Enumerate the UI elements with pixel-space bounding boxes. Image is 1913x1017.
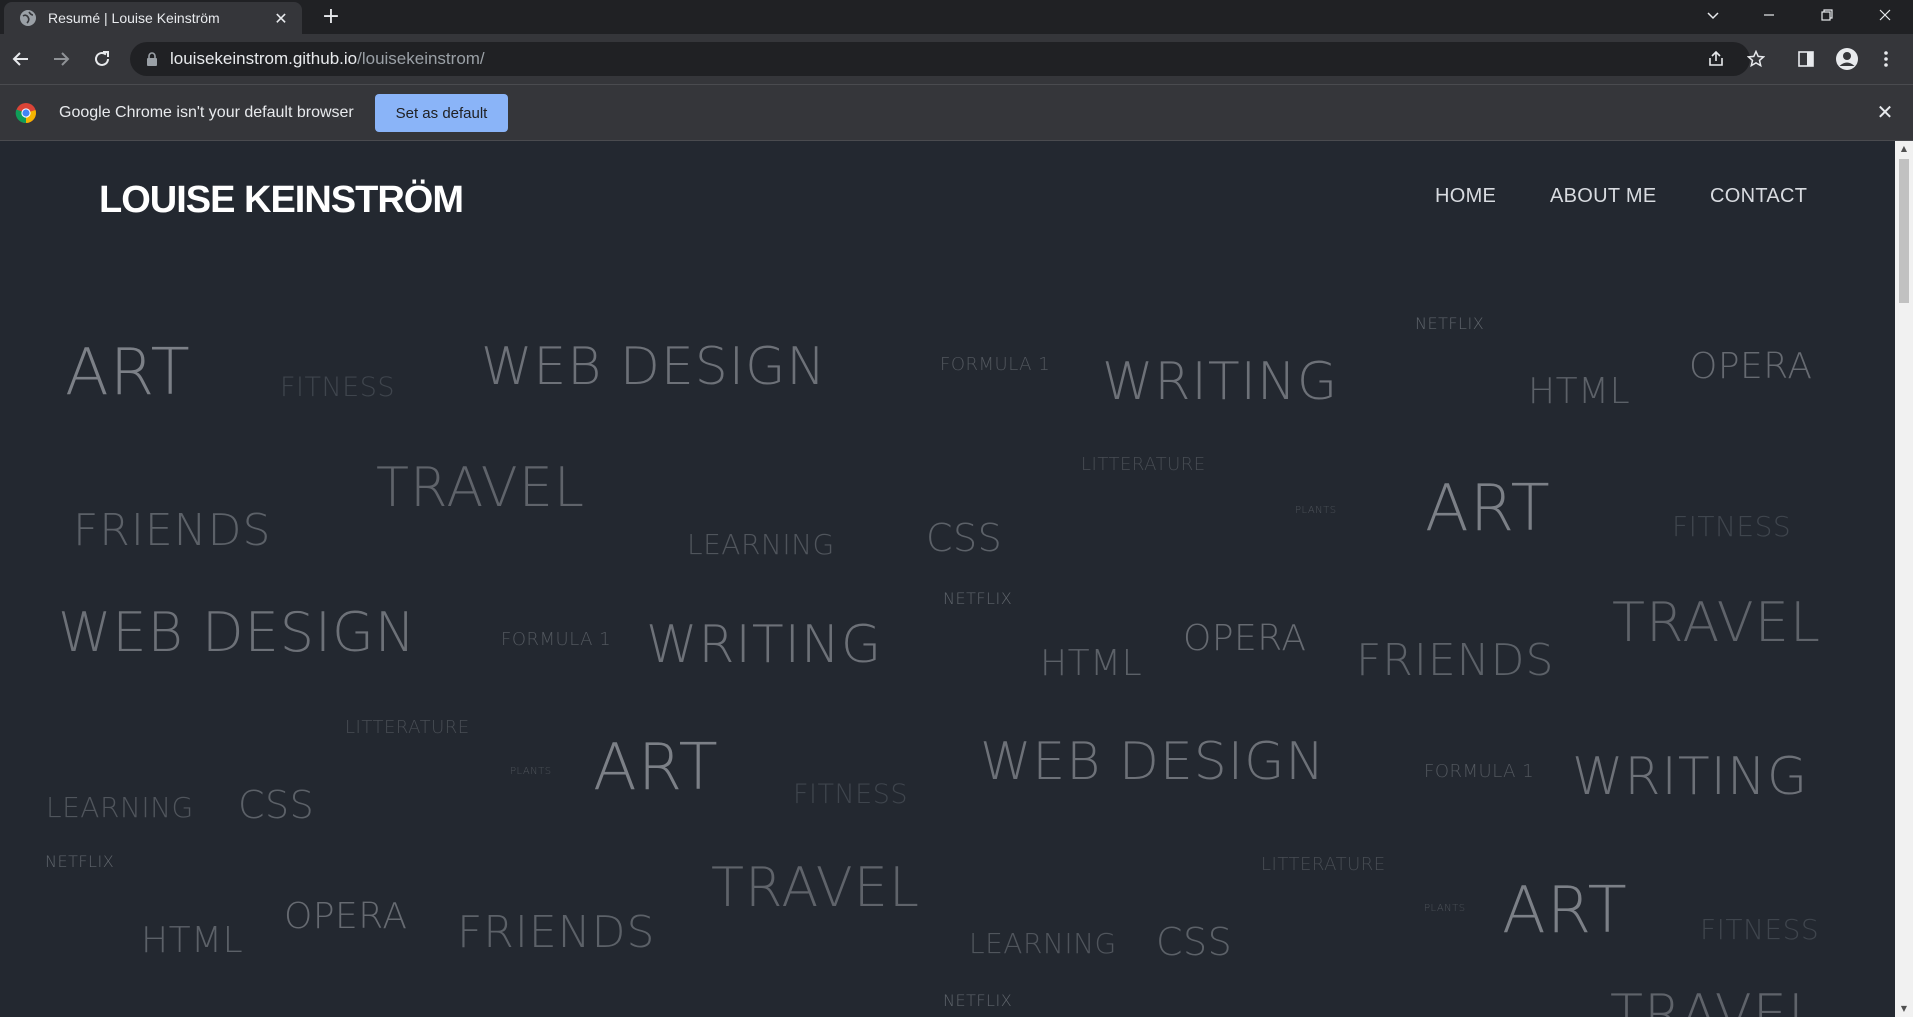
interest-word: WEB DESIGN (980, 732, 1326, 792)
interest-word: PLANTS (1295, 505, 1337, 516)
interest-word: FRIENDS (457, 907, 656, 958)
interest-word: FRIENDS (73, 505, 272, 556)
page-content: LOUISE KEINSTRÖM HOME ABOUT ME CONTACT A… (0, 141, 1895, 1017)
side-panel-icon[interactable] (1792, 45, 1820, 73)
interest-word: WRITING (1572, 747, 1809, 807)
site-title[interactable]: LOUISE KEINSTRÖM (99, 179, 464, 222)
interest-word: LEARNING (46, 791, 194, 824)
interest-word: LITTERATURE (1081, 454, 1206, 475)
interest-word: FITNESS (793, 779, 909, 810)
interest-word: WRITING (646, 615, 883, 675)
interest-word: CSS (926, 516, 1003, 560)
infobar-close-icon[interactable]: ✕ (1874, 101, 1896, 123)
interest-word: LEARNING (687, 528, 835, 561)
interest-word: NETFLIX (943, 991, 1013, 1010)
interest-word: TRAVEL (1612, 591, 1821, 654)
page-scrollbar[interactable]: ▲ ▼ (1895, 141, 1913, 1017)
interest-word: NETFLIX (943, 589, 1013, 608)
interest-word: ART (1425, 472, 1551, 546)
interest-word: ART (593, 731, 719, 805)
bookmark-star-icon[interactable] (1742, 45, 1770, 73)
interest-word: PLANTS (1424, 903, 1466, 914)
scroll-down-arrow-icon[interactable]: ▼ (1899, 1004, 1909, 1014)
chrome-logo-icon (15, 103, 36, 124)
default-browser-infobar: Google Chrome isn't your default browser… (0, 84, 1913, 141)
interest-word: WEB DESIGN (481, 337, 827, 397)
nav-home-link[interactable]: HOME (1435, 185, 1496, 208)
interest-word: FORMULA 1 (940, 354, 1051, 375)
url-host: louisekeinstrom.github.io (170, 49, 358, 68)
close-window-icon[interactable] (1857, 0, 1913, 30)
scrollbar-thumb[interactable] (1899, 159, 1909, 303)
interest-word: HTML (141, 920, 244, 961)
share-icon[interactable] (1704, 47, 1728, 71)
set-as-default-button[interactable]: Set as default (375, 94, 508, 132)
forward-icon[interactable] (47, 45, 75, 73)
interest-word: FRIENDS (1356, 635, 1555, 686)
interest-word: LITTERATURE (1261, 854, 1386, 875)
interest-word: PLANTS (510, 766, 552, 777)
browser-toolbar: louisekeinstrom.github.io/louisekeinstro… (0, 34, 1913, 84)
address-bar[interactable]: louisekeinstrom.github.io/louisekeinstro… (130, 42, 1750, 76)
interest-word: FITNESS (280, 372, 396, 403)
new-tab-button[interactable]: + (318, 5, 344, 31)
nav-about-me-link[interactable]: ABOUT ME (1550, 185, 1657, 208)
profile-avatar-icon[interactable] (1833, 45, 1861, 73)
interest-word: LEARNING (969, 927, 1117, 960)
restore-icon[interactable] (1799, 0, 1855, 30)
interest-word: ART (1502, 874, 1628, 948)
interest-word: CSS (1156, 920, 1233, 964)
globe-icon (20, 10, 36, 26)
interest-word: TRAVEL (376, 456, 585, 519)
interest-word: WEB DESIGN (58, 601, 417, 664)
interest-word: OPERA (284, 896, 408, 937)
minimize-icon[interactable] (1741, 0, 1797, 30)
tab-search-icon[interactable] (1685, 0, 1741, 30)
interest-word: TRAVEL (1610, 983, 1819, 1017)
interest-word: FITNESS (1672, 510, 1792, 543)
scroll-up-arrow-icon[interactable]: ▲ (1899, 144, 1909, 154)
interest-word: WRITING (1102, 352, 1339, 412)
interest-word: CSS (238, 783, 315, 827)
browser-tab[interactable]: Resumé | Louise Keinström ✕ (4, 2, 302, 34)
interest-word: FITNESS (1700, 913, 1820, 946)
close-tab-icon[interactable]: ✕ (272, 9, 290, 28)
interest-word: HTML (1528, 371, 1631, 412)
interest-word: OPERA (1689, 346, 1813, 387)
back-icon[interactable] (7, 45, 35, 73)
infobar-message: Google Chrome isn't your default browser (59, 104, 354, 121)
interest-word: LITTERATURE (345, 717, 470, 738)
interest-word: FORMULA 1 (501, 629, 612, 650)
interest-word: TRAVEL (711, 856, 920, 919)
interest-word: NETFLIX (1415, 314, 1485, 333)
lock-icon (147, 52, 157, 66)
nav-contact-link[interactable]: CONTACT (1710, 185, 1807, 208)
interest-word: ART (65, 336, 191, 410)
interest-word: HTML (1040, 643, 1143, 684)
tab-strip: Resumé | Louise Keinström ✕ + (0, 0, 1913, 34)
menu-kebab-icon[interactable] (1872, 45, 1900, 73)
reload-icon[interactable] (88, 45, 116, 73)
interest-word: NETFLIX (45, 852, 115, 871)
interest-word: OPERA (1183, 618, 1307, 659)
url-path: /louisekeinstrom/ (357, 49, 485, 68)
tab-title: Resumé | Louise Keinström (48, 10, 220, 26)
interest-word: FORMULA 1 (1424, 761, 1535, 782)
